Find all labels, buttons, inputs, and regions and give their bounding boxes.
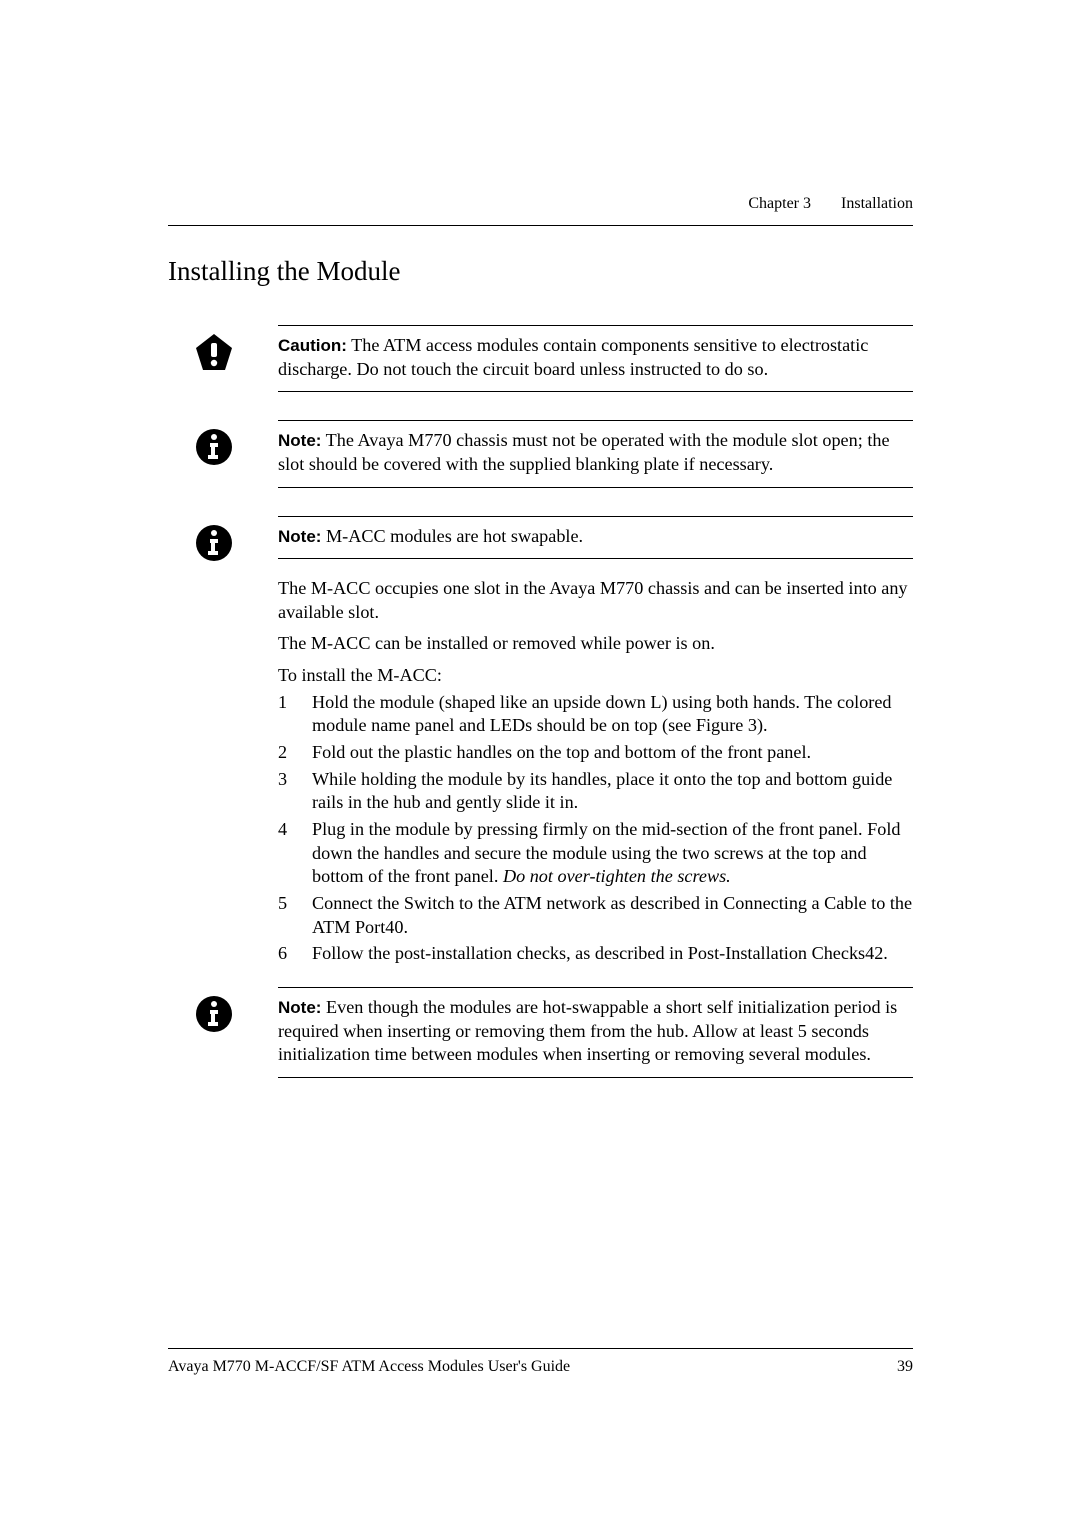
note-box-2: Note: M-ACC modules are hot swapable. [278, 516, 913, 560]
intro-para-1: The M-ACC occupies one slot in the Avaya… [278, 577, 913, 624]
page-footer: Avaya M770 M-ACCF/SF ATM Access Modules … [168, 1348, 913, 1378]
footer-doc-title: Avaya M770 M-ACCF/SF ATM Access Modules … [168, 1357, 570, 1378]
header-rule [168, 225, 913, 226]
caution-box: Caution: The ATM access modules contain … [278, 325, 913, 392]
note-text: The Avaya M770 chassis must not be opera… [278, 430, 890, 474]
step-5: Connect the Switch to the ATM network as… [278, 892, 913, 939]
step-text: Follow the post-installation checks, as … [312, 943, 888, 963]
step-text: Hold the module (shaped like an upside d… [312, 692, 892, 736]
caution-label: Caution: [278, 336, 347, 355]
step-text: Fold out the plastic handles on the top … [312, 742, 811, 762]
caution-icon [194, 332, 234, 372]
info-icon [194, 427, 234, 467]
step-1: Hold the module (shaped like an upside d… [278, 691, 913, 738]
intro-para-2: The M-ACC can be installed or removed wh… [278, 632, 913, 656]
note-text: Even though the modules are hot-swappabl… [278, 997, 897, 1064]
footer-rule [168, 1348, 913, 1349]
footer-page-number: 39 [897, 1357, 913, 1378]
note-label: Note: [278, 431, 321, 450]
intro-para-3: To install the M-ACC: [278, 664, 913, 688]
info-icon [194, 523, 234, 563]
step-text-italic: Do not over-tighten the screws. [503, 866, 731, 886]
install-steps: Hold the module (shaped like an upside d… [278, 691, 913, 966]
caution-text: The ATM access modules contain component… [278, 335, 868, 379]
note-box-1: Note: The Avaya M770 chassis must not be… [278, 420, 913, 487]
step-6: Follow the post-installation checks, as … [278, 942, 913, 966]
step-text: While holding the module by its handles,… [312, 769, 892, 813]
step-text: Connect the Switch to the ATM network as… [312, 893, 912, 937]
step-2: Fold out the plastic handles on the top … [278, 741, 913, 765]
note-text: M-ACC modules are hot swapable. [326, 526, 583, 546]
chapter-title: Installation [841, 195, 913, 212]
chapter-label: Chapter 3 [748, 195, 811, 212]
step-4: Plug in the module by pressing firmly on… [278, 818, 913, 889]
note-label: Note: [278, 998, 321, 1017]
running-header: Chapter 3 Installation [168, 194, 913, 215]
info-icon [194, 994, 234, 1034]
note-box-3: Note: Even though the modules are hot-sw… [278, 987, 913, 1078]
step-3: While holding the module by its handles,… [278, 768, 913, 815]
section-title: Installing the Module [168, 254, 913, 289]
note-label: Note: [278, 527, 321, 546]
